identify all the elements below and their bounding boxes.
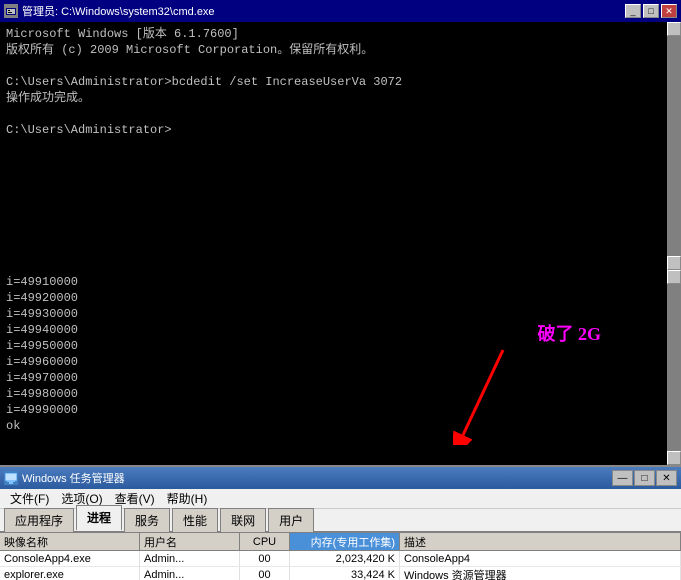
task-manager: Windows 任务管理器 — □ ✕ 文件(F) 选项(O) 查看(V) 帮助… xyxy=(0,465,681,580)
cmd-icon xyxy=(4,4,18,18)
process-cpu-1: 00 xyxy=(240,551,290,566)
output-line-7: i=49970000 xyxy=(6,370,675,386)
table-row[interactable]: ConsoleApp4.exe Admin... 00 2,023,420 K … xyxy=(0,551,681,567)
cmd-line-6 xyxy=(6,106,675,122)
taskmgr-titlebar-left: Windows 任务管理器 xyxy=(4,470,125,486)
cmd-output-window: i=49910000 i=49920000 i=49930000 i=49940… xyxy=(0,270,681,465)
table-row[interactable]: explorer.exe Admin... 00 33,424 K Window… xyxy=(0,567,681,580)
process-desc-2: Windows 资源管理器 xyxy=(400,567,681,580)
red-arrow-icon xyxy=(453,345,513,449)
output-line-ok: ok xyxy=(6,418,675,434)
process-user-2: Admin... xyxy=(140,567,240,580)
taskmgr-title: Windows 任务管理器 xyxy=(22,470,125,486)
output-line-1: i=49910000 xyxy=(6,274,675,290)
col-header-name[interactable]: 映像名称 xyxy=(0,533,140,550)
cmd-content: Microsoft Windows [版本 6.1.7600] 版权所有 (c)… xyxy=(0,22,681,270)
scroll-track[interactable] xyxy=(667,36,681,256)
tab-network[interactable]: 联网 xyxy=(220,508,266,532)
cmd-line-7: C:\Users\Administrator> xyxy=(6,122,675,138)
cmd-scrollbar[interactable]: ▲ ▼ xyxy=(667,22,681,270)
col-header-desc[interactable]: 描述 xyxy=(400,533,681,550)
output-line-6: i=49960000 xyxy=(6,354,675,370)
taskmgr-close-button[interactable]: ✕ xyxy=(656,470,677,486)
table-header: 映像名称 用户名 CPU 内存(专用工作集) 描述 xyxy=(0,533,681,551)
process-name-2: explorer.exe xyxy=(0,567,140,580)
annotation-2g: 破了 2G xyxy=(537,320,601,346)
output-scroll-track[interactable] xyxy=(667,284,681,451)
col-header-user[interactable]: 用户名 xyxy=(140,533,240,550)
cmd-line-1: Microsoft Windows [版本 6.1.7600] xyxy=(6,26,675,42)
tab-applications[interactable]: 应用程序 xyxy=(4,508,74,532)
scroll-down-arrow[interactable]: ▼ xyxy=(667,256,681,270)
cmd-minimize-button[interactable]: _ xyxy=(625,4,641,18)
process-mem-1: 2,023,420 K xyxy=(290,551,400,566)
output-line-9: i=49990000 xyxy=(6,402,675,418)
taskmgr-minimize-button[interactable]: — xyxy=(612,470,633,486)
output-scroll-up[interactable]: ▲ xyxy=(667,270,681,284)
tab-processes[interactable]: 进程 xyxy=(76,505,122,531)
taskmgr-tabs: 应用程序 进程 服务 性能 联网 用户 xyxy=(0,509,681,533)
tab-services[interactable]: 服务 xyxy=(124,508,170,532)
taskmgr-buttons: — □ ✕ xyxy=(612,470,677,486)
tab-users[interactable]: 用户 xyxy=(268,508,314,532)
cmd-close-button[interactable]: ✕ xyxy=(661,4,677,18)
col-header-memory[interactable]: 内存(专用工作集) xyxy=(290,533,400,550)
taskmgr-process-table: 映像名称 用户名 CPU 内存(专用工作集) 描述 ConsoleApp4.ex… xyxy=(0,533,681,580)
cmd-titlebar-left: 管理员: C:\Windows\system32\cmd.exe xyxy=(4,3,215,19)
process-user-1: Admin... xyxy=(140,551,240,566)
cmd-restore-button[interactable]: □ xyxy=(643,4,659,18)
taskmgr-restore-button[interactable]: □ xyxy=(634,470,655,486)
process-desc-1: ConsoleApp4 xyxy=(400,551,681,566)
cmd-titlebar: 管理员: C:\Windows\system32\cmd.exe _ □ ✕ xyxy=(0,0,681,22)
process-mem-2: 33,424 K xyxy=(290,567,400,580)
cmd-line-5: 操作成功完成。 xyxy=(6,90,675,106)
menu-file[interactable]: 文件(F) xyxy=(4,489,55,508)
cmd-line-4: C:\Users\Administrator>bcdedit /set Incr… xyxy=(6,74,675,90)
col-header-cpu[interactable]: CPU xyxy=(240,533,290,550)
scroll-up-arrow[interactable]: ▲ xyxy=(667,22,681,36)
tab-performance[interactable]: 性能 xyxy=(172,508,218,532)
output-scrollbar[interactable]: ▲ ▼ xyxy=(667,270,681,465)
cmd-line-2: 版权所有 (c) 2009 Microsoft Corporation。保留所有… xyxy=(6,42,675,58)
cmd-titlebar-buttons: _ □ ✕ xyxy=(625,4,677,18)
output-line-8: i=49980000 xyxy=(6,386,675,402)
process-name-1: ConsoleApp4.exe xyxy=(0,551,140,566)
cmd-line-3 xyxy=(6,58,675,74)
output-line-2: i=49920000 xyxy=(6,290,675,306)
cmd-title: 管理员: C:\Windows\system32\cmd.exe xyxy=(22,3,215,19)
process-cpu-2: 00 xyxy=(240,567,290,580)
taskmgr-titlebar: Windows 任务管理器 — □ ✕ xyxy=(0,467,681,489)
taskmgr-icon xyxy=(4,471,18,485)
menu-help[interactable]: 帮助(H) xyxy=(161,489,214,508)
cmd-window: 管理员: C:\Windows\system32\cmd.exe _ □ ✕ M… xyxy=(0,0,681,270)
output-scroll-down[interactable]: ▼ xyxy=(667,451,681,465)
